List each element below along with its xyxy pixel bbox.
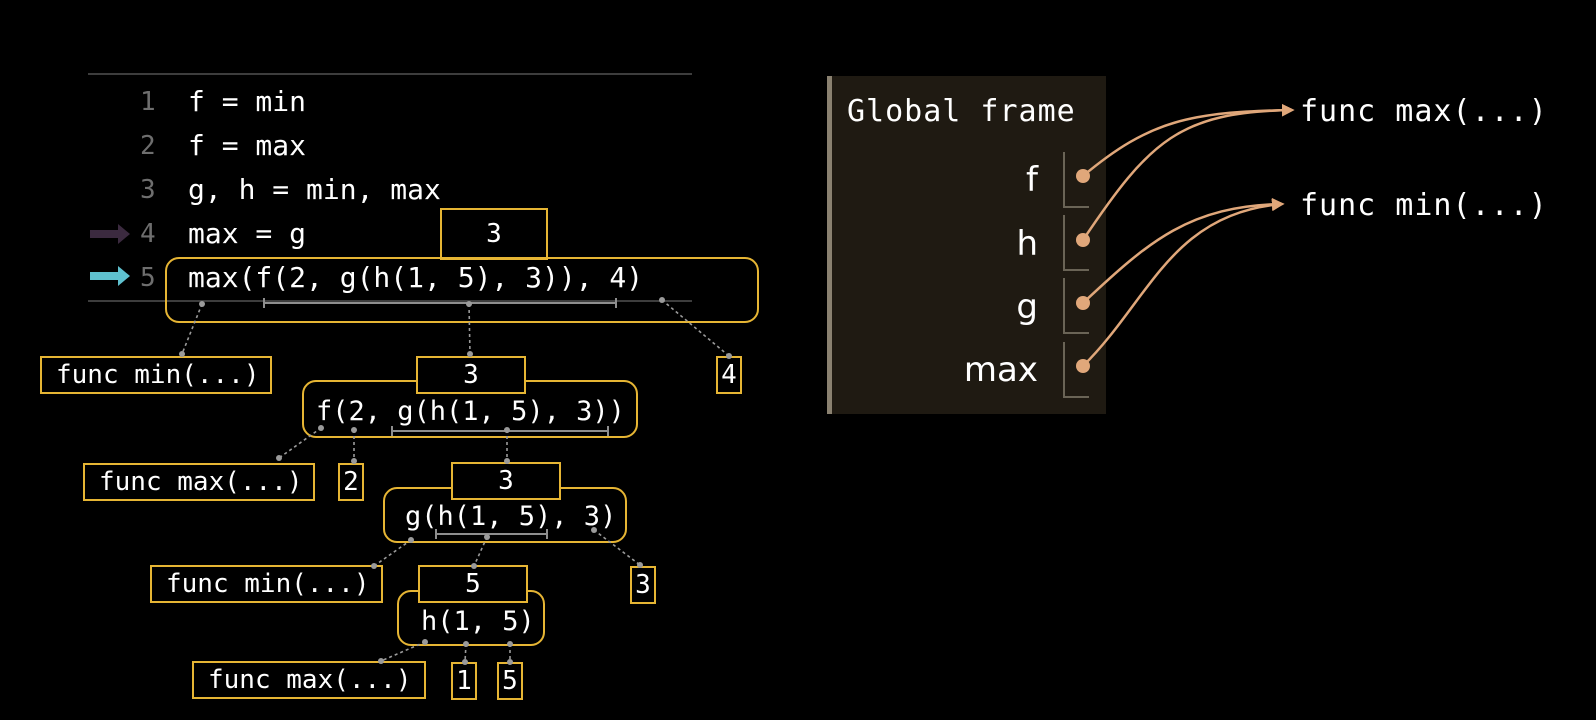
frame-pointers [1081,103,1295,367]
diagram-lines [90,103,1295,665]
connector-dots [179,297,732,665]
environment-diagram: 1 f = min 2 f = max 3 g, h = min, max 4 … [0,0,1596,720]
prev-line-arrow-icon [90,224,130,244]
current-line-arrow-icon [90,266,130,286]
pointer-dots [1076,169,1090,373]
arg-brackets [263,298,617,539]
tree-connectors [181,299,730,663]
